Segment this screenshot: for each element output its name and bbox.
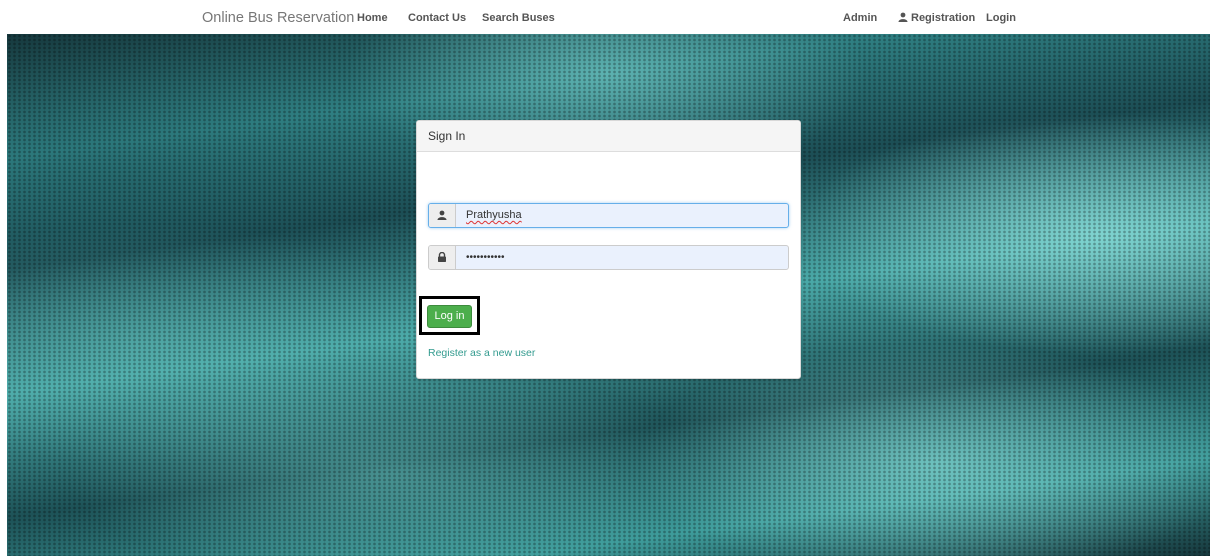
nav-contact-us[interactable]: Contact Us	[408, 12, 466, 24]
password-input[interactable]: •••••••••••	[456, 246, 788, 269]
username-input-group: Prathyusha	[428, 203, 789, 228]
nav-registration-label: Registration	[911, 12, 976, 24]
nav-search-buses[interactable]: Search Buses	[482, 12, 555, 24]
page-margin	[0, 34, 7, 556]
password-addon	[429, 246, 456, 269]
register-new-user-link[interactable]: Register as a new user	[428, 347, 535, 359]
signin-panel-header: Sign In	[417, 121, 800, 152]
user-icon	[437, 210, 447, 220]
login-button[interactable]: Log in	[427, 305, 472, 328]
top-navbar: Online Bus Reservation Home Contact Us S…	[0, 0, 1218, 34]
username-addon	[429, 204, 456, 227]
nav-login[interactable]: Login	[986, 12, 1016, 24]
username-value: Prathyusha	[466, 209, 522, 221]
user-icon	[898, 12, 908, 22]
password-input-group: •••••••••••	[428, 245, 789, 270]
signin-panel: Sign In Prathyusha ••••••••••• Register …	[416, 120, 801, 379]
brand-title[interactable]: Online Bus Reservation	[202, 10, 354, 26]
lock-icon	[438, 252, 446, 262]
nav-admin[interactable]: Admin	[843, 12, 877, 24]
signin-title: Sign In	[428, 129, 466, 143]
nav-registration[interactable]: Registration	[898, 12, 975, 24]
username-input[interactable]: Prathyusha	[456, 204, 788, 227]
nav-home[interactable]: Home	[357, 12, 388, 24]
scrollbar[interactable]	[1210, 34, 1218, 556]
